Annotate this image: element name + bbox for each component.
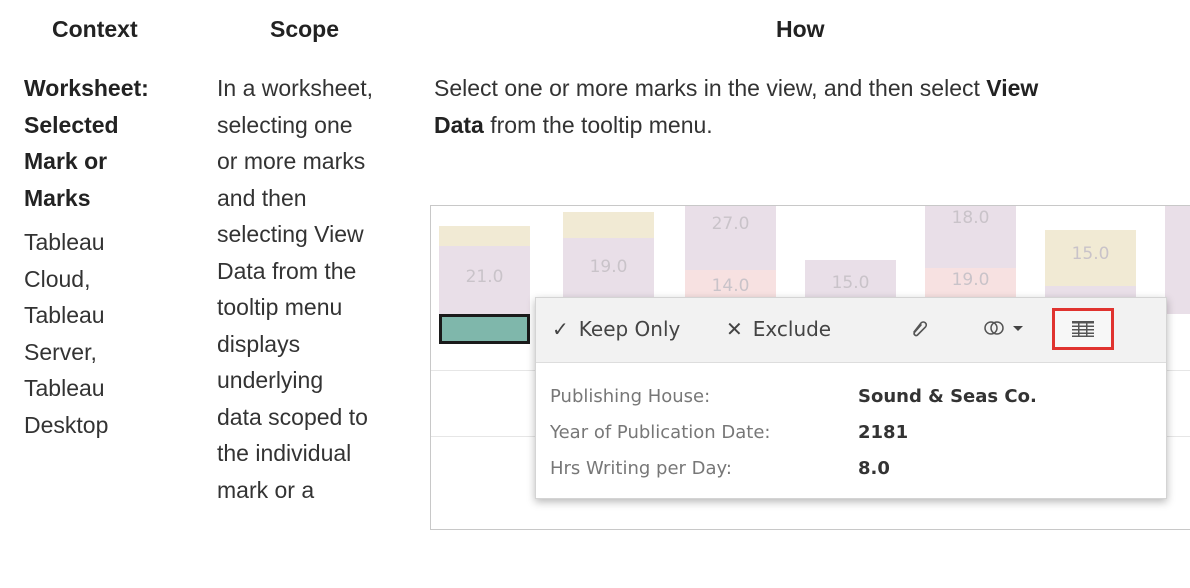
keep-only-button[interactable]: ✓ Keep Only (552, 317, 680, 341)
bar-label: 14.0 (711, 276, 750, 296)
bar-label: 15.0 (831, 273, 870, 293)
paperclip-icon (913, 321, 928, 337)
how-text: Select one or more marks in the view, an… (434, 75, 987, 101)
scope-line: or more marks (217, 148, 366, 174)
scope-line: Data from the (217, 257, 357, 284)
exclude-label: Exclude (752, 317, 832, 341)
bar-label: 21.0 (465, 267, 504, 287)
group-button[interactable] (908, 317, 930, 344)
tooltip-key: Year of Publication Date: (550, 422, 771, 443)
tooltip-row: Hrs Writing per Day: 8.0 (550, 458, 890, 479)
set-icon (984, 321, 1004, 335)
scope-cell: In a worksheet, selecting one or more ma… (217, 70, 417, 508)
bar-label: 15.0 (1071, 244, 1110, 264)
scope-line: underlying (217, 367, 324, 393)
tooltip-row: Year of Publication Date: 2181 (550, 422, 908, 443)
header-scope: Scope (270, 16, 340, 42)
bar-label: 19.0 (589, 257, 628, 277)
set-button[interactable] (982, 317, 1024, 344)
context-line: Selected (24, 111, 119, 138)
how-view-bold: View (986, 75, 1039, 101)
table-icon (1072, 321, 1094, 337)
checkmark-icon: ✓ (552, 317, 569, 341)
context-line: Marks (24, 184, 91, 211)
exclude-button[interactable]: ✕ Exclude (726, 317, 831, 341)
tooltip-row: Publishing House: Sound & Seas Co. (550, 386, 1037, 407)
how-cell: Select one or more marks in the view, an… (434, 70, 1174, 143)
bar-label: 18.0 (951, 208, 990, 228)
keep-only-label: Keep Only (578, 317, 681, 341)
platform-line: Tableau (24, 229, 105, 255)
tooltip: ✓ Keep Only ✕ Exclude Publishing House: … (535, 297, 1167, 499)
selected-mark[interactable] (439, 314, 530, 344)
platform-line: Cloud, (24, 265, 91, 292)
context-line: Worksheet: (24, 75, 149, 101)
platform-list: Tableau Cloud, Tableau Server, Tableau D… (24, 224, 209, 443)
x-icon: ✕ (726, 317, 743, 341)
platform-line: Tableau (24, 375, 105, 401)
scope-line: mark or a (217, 476, 315, 503)
scope-line: selecting one (217, 111, 353, 138)
context-cell: Worksheet: Selected Mark or Marks Tablea… (24, 70, 209, 443)
chevron-down-icon (1013, 326, 1024, 331)
scope-line: tooltip menu (217, 294, 343, 320)
tooltip-key: Publishing House: (550, 386, 711, 407)
stacked-bar (1165, 206, 1190, 314)
scope-line: and then (217, 184, 307, 211)
tooltip-key: Hrs Writing per Day: (550, 458, 732, 479)
how-data-bold: Data (434, 111, 484, 138)
platform-line: Tableau (24, 302, 105, 328)
context-line: Mark or (24, 148, 108, 174)
tooltip-screenshot: 21.0 19.0 27.0 14.0 15.0 18.0 19.0 15.0 (430, 205, 1190, 530)
platform-line: Server, (24, 338, 97, 365)
scope-line: the individual (217, 440, 352, 466)
header-how: How (776, 16, 825, 42)
scope-line: displays (217, 330, 301, 357)
header-context: Context (52, 16, 138, 42)
bar-label: 19.0 (951, 270, 990, 290)
scope-line: data scoped to (217, 403, 368, 430)
how-text: from the tooltip menu. (483, 111, 713, 138)
tooltip-toolbar: ✓ Keep Only ✕ Exclude (536, 298, 1166, 363)
how-line-2: Data from the tooltip menu. (434, 107, 1174, 144)
view-data-button[interactable] (1052, 308, 1114, 350)
how-line-1: Select one or more marks in the view, an… (434, 70, 1174, 107)
tooltip-value: 2181 (858, 422, 909, 443)
tooltip-value: Sound & Seas Co. (858, 386, 1037, 407)
stacked-bar: 21.0 (439, 226, 530, 314)
scope-line: In a worksheet, (217, 75, 373, 101)
platform-line: Desktop (24, 411, 109, 438)
tooltip-value: 8.0 (858, 458, 890, 479)
scope-line: selecting View (217, 221, 364, 247)
bar-label: 27.0 (711, 214, 750, 234)
